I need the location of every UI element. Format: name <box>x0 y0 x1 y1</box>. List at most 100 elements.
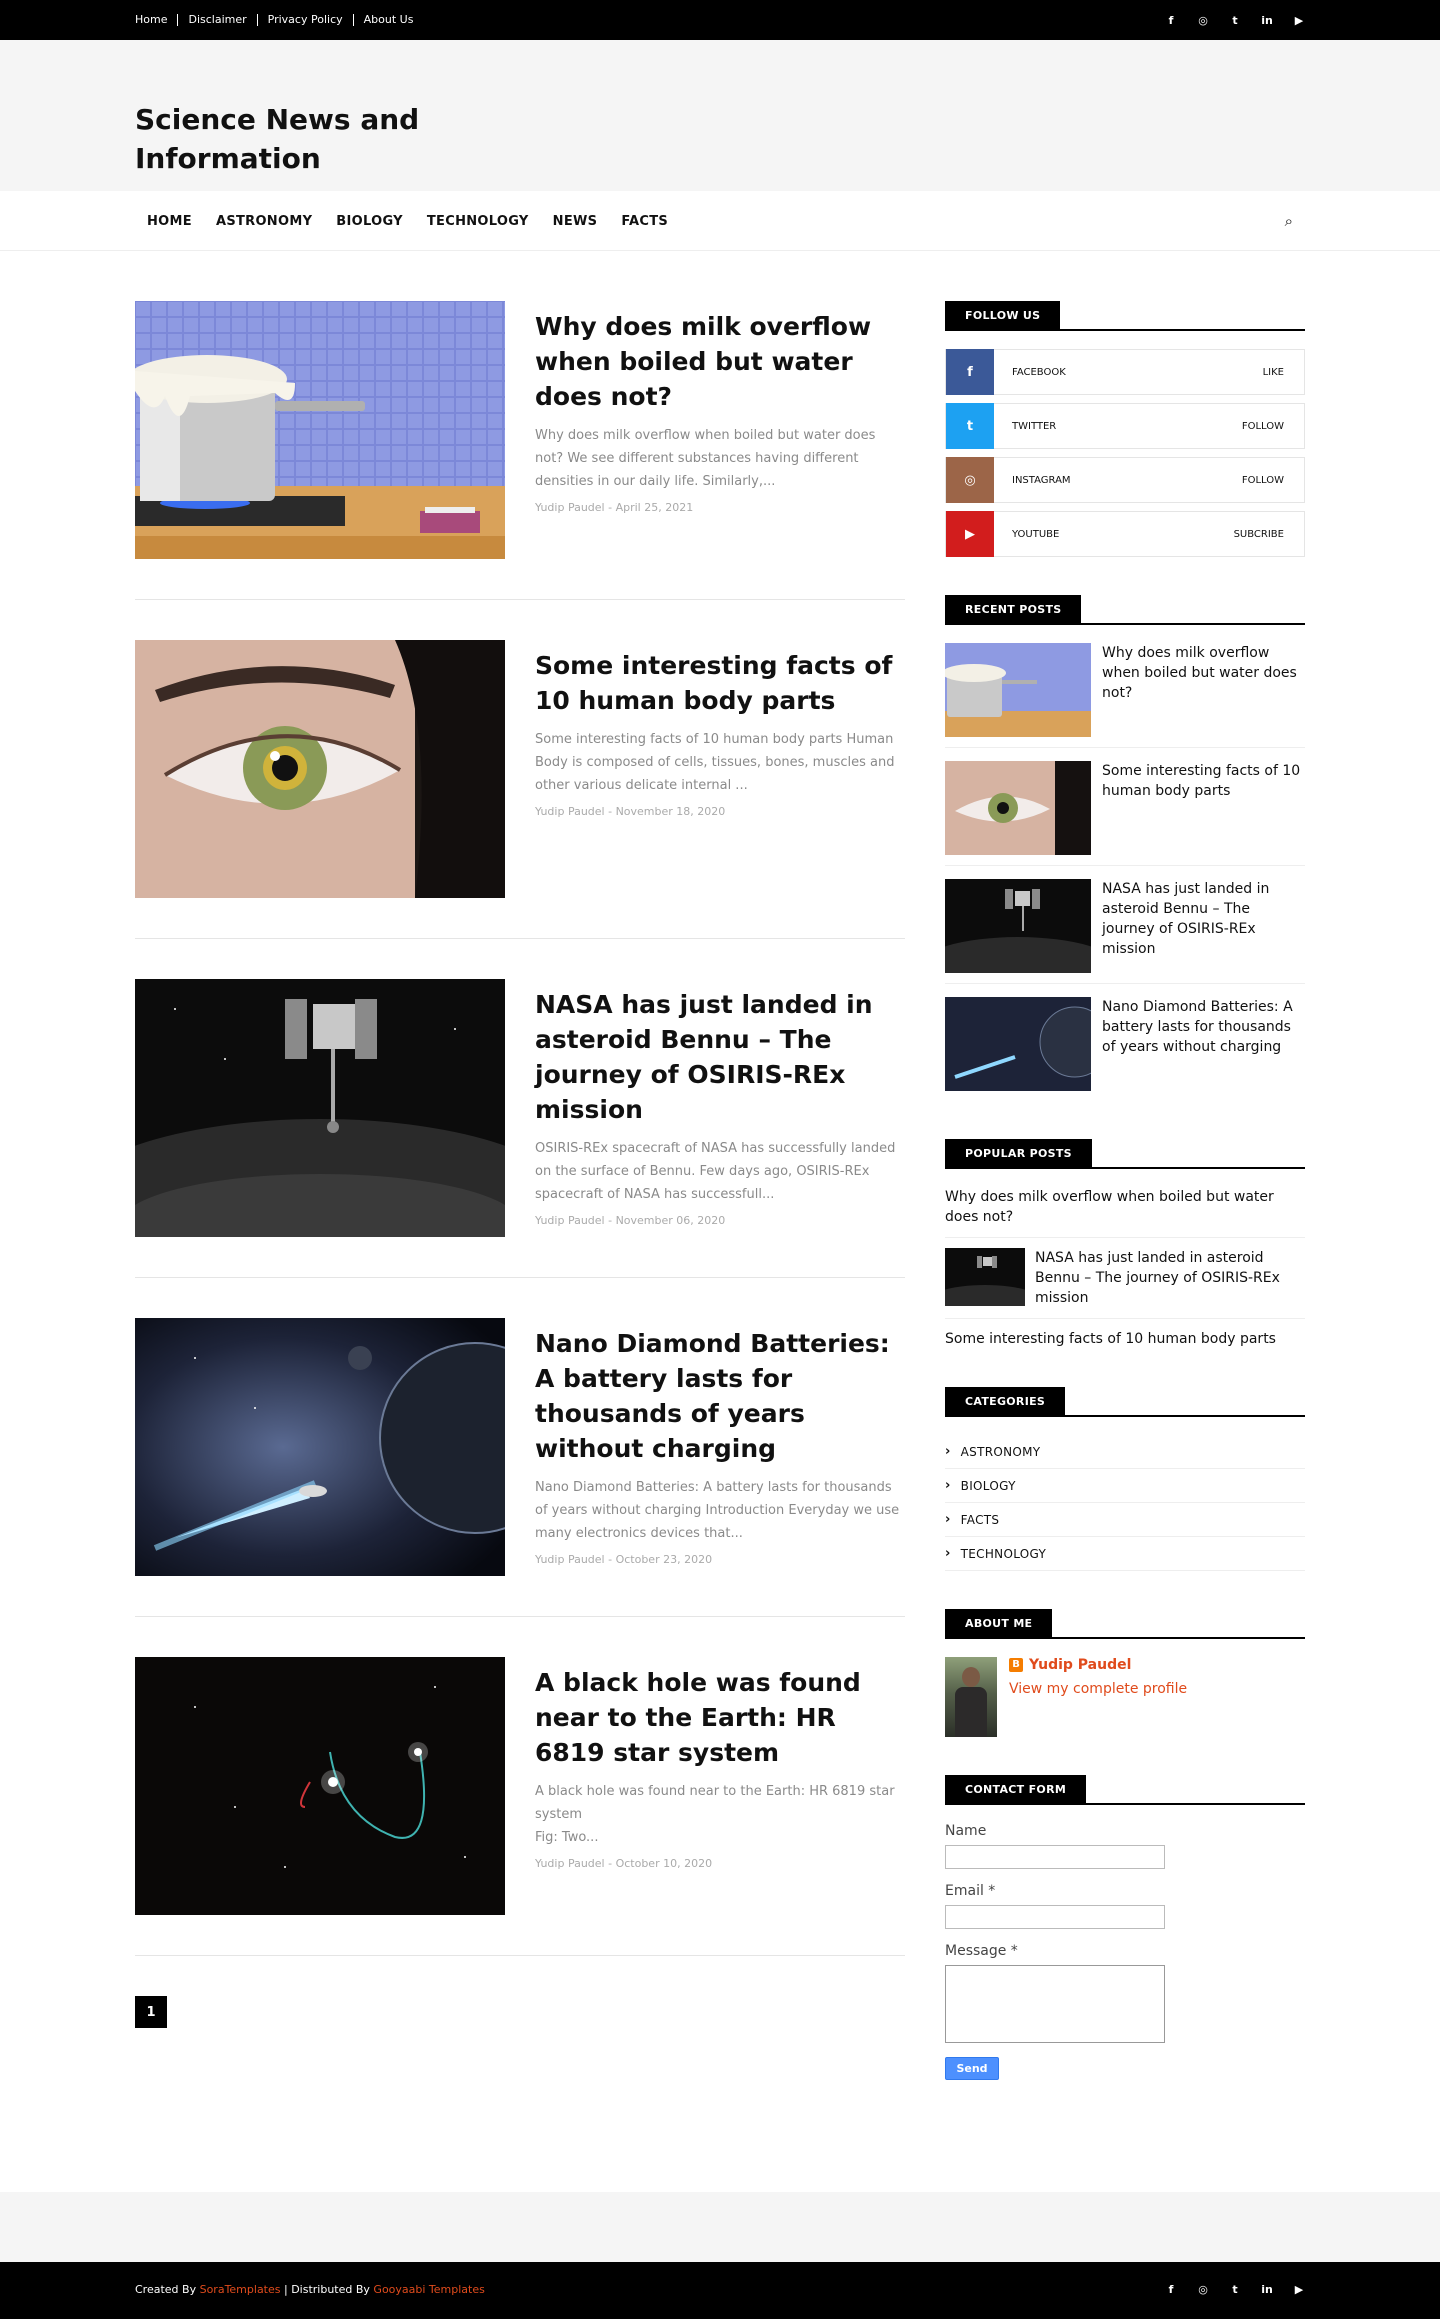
follow-name: YOUTUBE <box>1012 528 1060 540</box>
profile-link[interactable]: View my complete profile <box>1009 1681 1187 1697</box>
instagram-icon[interactable]: ◎ <box>1197 14 1209 27</box>
youtube-icon[interactable]: ▶ <box>1293 14 1305 27</box>
post-thumbnail-osiris-rex[interactable] <box>135 979 505 1237</box>
recent-post-thumbnail <box>945 879 1091 973</box>
follow-action: FOLLOW <box>1241 420 1284 432</box>
follow-row-instagram[interactable]: ◎ INSTAGRAM FOLLOW <box>945 457 1305 503</box>
post-title[interactable]: NASA has just landed in asteroid Bennu –… <box>535 987 905 1127</box>
widget-title: RECENT POSTS <box>945 595 1082 625</box>
nav-item-biology[interactable]: BIOLOGY <box>324 214 415 229</box>
category-item[interactable]: › ASTRONOMY <box>945 1435 1305 1469</box>
post-title[interactable]: Some interesting facts of 10 human body … <box>535 648 905 718</box>
category-item[interactable]: › FACTS <box>945 1503 1305 1537</box>
popular-post-title: NASA has just landed in asteroid Bennu –… <box>1035 1250 1280 1306</box>
category-label: TECHNOLOGY <box>960 1546 1047 1561</box>
site-title[interactable]: Science News and Information <box>135 100 465 178</box>
post-meta: Yudip Paudel - November 06, 2020 <box>535 1214 726 1227</box>
recent-post-item[interactable]: Nano Diamond Batteries: A battery lasts … <box>945 997 1305 1101</box>
follow-us-widget: FOLLOW US f FACEBOOK LIKE t TWITTER FOLL… <box>945 301 1305 557</box>
post-title[interactable]: Why does milk overflow when boiled but w… <box>535 309 905 414</box>
post-snippet: A black hole was found near to the Earth… <box>535 1784 895 1845</box>
recent-posts-widget: RECENT POSTS Why does milk overflow when… <box>945 595 1305 1101</box>
post-item: A black hole was found near to the Earth… <box>135 1657 905 1956</box>
follow-row-youtube[interactable]: ▶ YOUTUBE SUBCRIBE <box>945 511 1305 557</box>
youtube-icon[interactable]: ▶ <box>1293 2283 1305 2296</box>
category-label: FACTS <box>960 1512 1000 1527</box>
instagram-icon[interactable]: ◎ <box>1197 2283 1209 2296</box>
top-link-home[interactable]: Home <box>135 14 177 26</box>
post-meta: Yudip Paudel - October 23, 2020 <box>535 1553 713 1566</box>
follow-name: TWITTER <box>1012 420 1057 432</box>
twitter-icon[interactable]: t <box>1229 14 1241 27</box>
profile-name[interactable]: B Yudip Paudel <box>1009 1657 1187 1673</box>
post-meta: Yudip Paudel - November 18, 2020 <box>535 805 726 818</box>
follow-row-facebook[interactable]: f FACEBOOK LIKE <box>945 349 1305 395</box>
sora-templates-link[interactable]: SoraTemplates <box>200 2283 281 2296</box>
top-social-links: f ◎ t in ▶ <box>1165 14 1305 27</box>
post-thumbnail-milk[interactable] <box>135 301 505 559</box>
category-item[interactable]: › BIOLOGY <box>945 1469 1305 1503</box>
nav-item-home[interactable]: HOME <box>135 214 204 229</box>
popular-post-thumbnail <box>945 1248 1025 1306</box>
twitter-icon[interactable]: t <box>1229 2283 1241 2296</box>
name-field[interactable] <box>945 1845 1165 1869</box>
linkedin-icon[interactable]: in <box>1261 2283 1273 2296</box>
recent-post-title: Why does milk overflow when boiled but w… <box>1102 645 1297 701</box>
category-item[interactable]: › TECHNOLOGY <box>945 1537 1305 1571</box>
nav-item-astronomy[interactable]: ASTRONOMY <box>204 214 324 229</box>
blogger-icon: B <box>1009 1658 1023 1672</box>
top-bar: Home Disclaimer Privacy Policy About Us … <box>0 0 1440 40</box>
post-list: Why does milk overflow when boiled but w… <box>135 301 905 2118</box>
post-item: Why does milk overflow when boiled but w… <box>135 301 905 600</box>
facebook-icon: f <box>946 349 994 395</box>
top-link-disclaimer[interactable]: Disclaimer <box>177 14 256 26</box>
post-snippet: Some interesting facts of 10 human body … <box>535 732 895 793</box>
post-thumbnail-nano-diamond[interactable] <box>135 1318 505 1576</box>
post-title[interactable]: A black hole was found near to the Earth… <box>535 1665 905 1770</box>
categories-widget: CATEGORIES › ASTRONOMY › BIOLOGY › FACTS › T… <box>945 1387 1305 1571</box>
avatar[interactable] <box>945 1657 997 1737</box>
message-field[interactable] <box>945 1965 1165 2043</box>
pagination-current-page[interactable]: 1 <box>135 1996 167 2028</box>
recent-post-item[interactable]: Some interesting facts of 10 human body … <box>945 761 1305 866</box>
category-label: BIOLOGY <box>960 1478 1016 1493</box>
post-thumbnail-black-hole[interactable] <box>135 1657 505 1915</box>
post-snippet: Nano Diamond Batteries: A battery lasts … <box>535 1480 900 1541</box>
gooyaabi-templates-link[interactable]: Gooyaabi Templates <box>373 2283 484 2296</box>
send-button[interactable]: Send <box>945 2057 999 2080</box>
popular-post-item[interactable]: Why does milk overflow when boiled but w… <box>945 1187 1305 1238</box>
popular-post-item[interactable]: Some interesting facts of 10 human body … <box>945 1329 1305 1349</box>
recent-post-thumbnail <box>945 761 1091 855</box>
nav-item-technology[interactable]: TECHNOLOGY <box>415 214 541 229</box>
post-thumbnail-eye[interactable] <box>135 640 505 898</box>
post-item: Nano Diamond Batteries: A battery lasts … <box>135 1318 905 1617</box>
linkedin-icon[interactable]: in <box>1261 14 1273 27</box>
category-label: ASTRONOMY <box>960 1444 1041 1459</box>
search-icon[interactable]: ⌕ <box>1285 212 1293 230</box>
nav-item-news[interactable]: NEWS <box>541 214 610 229</box>
widget-title: CONTACT FORM <box>945 1775 1087 1805</box>
post-snippet: OSIRIS-REx spacecraft of NASA has succes… <box>535 1141 896 1202</box>
recent-post-item[interactable]: Why does milk overflow when boiled but w… <box>945 643 1305 748</box>
main-nav: HOME ASTRONOMY BIOLOGY TECHNOLOGY NEWS F… <box>0 191 1440 251</box>
follow-name: INSTAGRAM <box>1012 474 1071 486</box>
post-item: Some interesting facts of 10 human body … <box>135 640 905 939</box>
top-nav: Home Disclaimer Privacy Policy About Us <box>135 14 423 26</box>
recent-post-thumbnail <box>945 643 1091 737</box>
top-link-privacy-policy[interactable]: Privacy Policy <box>256 14 353 26</box>
recent-post-item[interactable]: NASA has just landed in asteroid Bennu –… <box>945 879 1305 984</box>
post-meta: Yudip Paudel - April 25, 2021 <box>535 501 694 514</box>
follow-row-twitter[interactable]: t TWITTER FOLLOW <box>945 403 1305 449</box>
top-link-about-us[interactable]: About Us <box>352 14 424 26</box>
facebook-icon[interactable]: f <box>1165 2283 1177 2296</box>
post-title[interactable]: Nano Diamond Batteries: A battery lasts … <box>535 1326 905 1466</box>
facebook-icon[interactable]: f <box>1165 14 1177 27</box>
widget-title: POPULAR POSTS <box>945 1139 1092 1169</box>
footer-credits: Created By SoraTemplates | Distributed B… <box>135 2283 485 2296</box>
email-field[interactable] <box>945 1905 1165 1929</box>
follow-name: FACEBOOK <box>1012 366 1066 378</box>
chevron-right-icon: › <box>945 1478 951 1493</box>
nav-item-facts[interactable]: FACTS <box>609 214 680 229</box>
popular-post-item[interactable]: NASA has just landed in asteroid Bennu –… <box>945 1248 1305 1319</box>
widget-title: ABOUT ME <box>945 1609 1053 1639</box>
